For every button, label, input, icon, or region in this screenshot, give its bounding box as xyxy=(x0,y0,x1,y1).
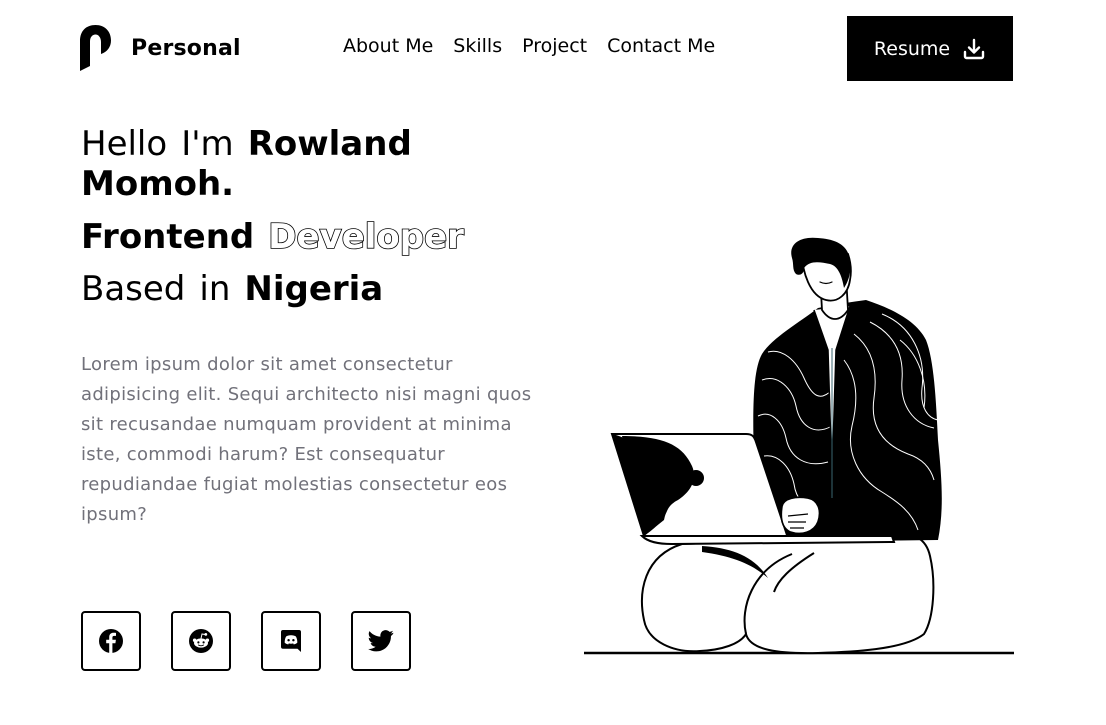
hero-location: Nigeria xyxy=(244,269,384,309)
nav-item: Contact Me xyxy=(607,35,715,57)
resume-button[interactable]: Resume xyxy=(847,16,1013,81)
brand-name: Personal xyxy=(131,35,241,61)
hero-in: in xyxy=(199,269,231,309)
main-nav: About Me Skills Project Contact Me xyxy=(343,35,715,57)
site-header: Personal About Me Skills Project Contact… xyxy=(0,0,1106,96)
laptop-logo xyxy=(688,470,704,486)
hero-last-name: Momoh. xyxy=(81,164,235,204)
social-item xyxy=(261,611,321,671)
nav-link-project[interactable]: Project xyxy=(522,35,587,57)
twitter-button[interactable] xyxy=(351,611,411,671)
hero-role-strong: Frontend xyxy=(81,217,255,257)
hero-intro-text: Lorem ipsum dolor sit amet consectetur a… xyxy=(81,354,532,525)
twitter-icon xyxy=(368,630,394,652)
discord-button[interactable] xyxy=(261,611,321,671)
p-logo-icon xyxy=(80,25,111,71)
reddit-button[interactable] xyxy=(171,611,231,671)
reddit-icon xyxy=(189,629,213,653)
social-item xyxy=(171,611,231,671)
hero-line-last-name: Momoh. xyxy=(81,164,561,204)
social-links xyxy=(81,611,411,671)
facebook-icon xyxy=(99,629,123,653)
nav-link-about-me[interactable]: About Me xyxy=(343,35,433,57)
download-icon xyxy=(963,38,985,59)
laptop-base xyxy=(639,535,896,546)
resume-label: Resume xyxy=(873,37,951,60)
nav-link-contact-me[interactable]: Contact Me xyxy=(607,35,715,57)
developer-illustration xyxy=(584,237,1014,655)
facebook-button[interactable] xyxy=(81,611,141,671)
legs-shape xyxy=(641,533,935,655)
brand-logo-link[interactable]: Personal xyxy=(80,25,241,71)
hero-role-outline: Developer xyxy=(267,216,464,258)
social-item xyxy=(81,611,141,671)
discord-icon xyxy=(281,630,301,652)
hero-greeting: Hello xyxy=(81,124,168,164)
hero-line-role: Frontend Developer xyxy=(81,216,561,258)
nav-item: Project xyxy=(522,35,587,57)
page: Personal About Me Skills Project Contact… xyxy=(0,0,1106,725)
hero-im: I'm xyxy=(181,124,234,164)
nav-item: Skills xyxy=(453,35,502,57)
hero-based: Based xyxy=(81,269,186,309)
social-item xyxy=(351,611,411,671)
hero-heading: Hello I'm Rowland Momoh. Frontend Developer… xyxy=(81,124,561,309)
hero-line-location: Based in Nigeria xyxy=(81,269,561,309)
hero-first-name: Rowland xyxy=(247,124,412,164)
nav-item: About Me xyxy=(343,35,433,57)
hero-line-greeting: Hello I'm Rowland xyxy=(81,124,561,164)
nav-link-skills[interactable]: Skills xyxy=(453,35,502,57)
